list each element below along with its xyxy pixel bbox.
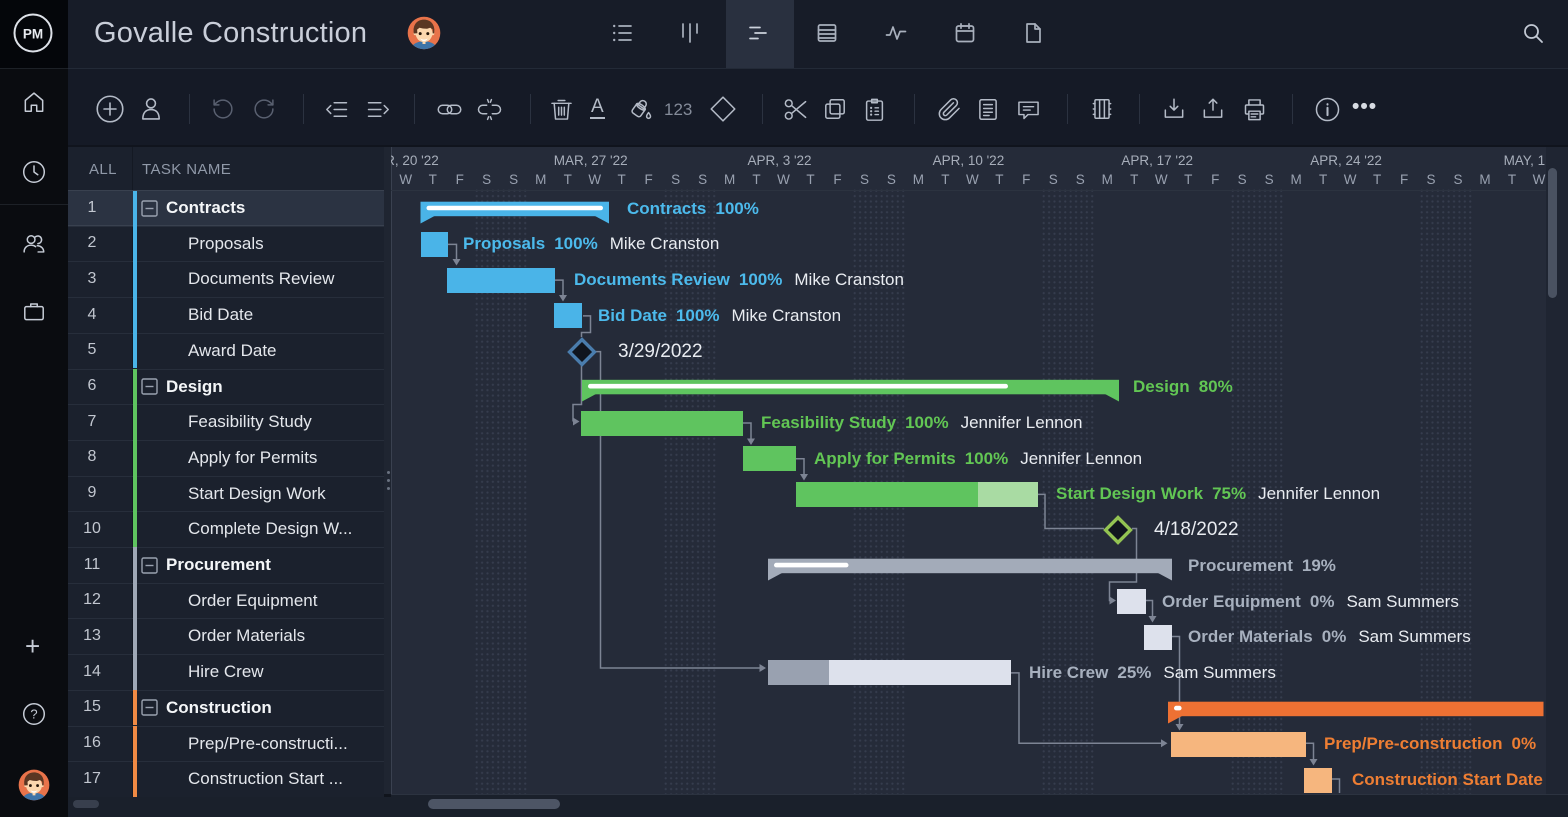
svg-text:PM: PM — [23, 27, 43, 42]
svg-text:?: ? — [30, 707, 37, 722]
